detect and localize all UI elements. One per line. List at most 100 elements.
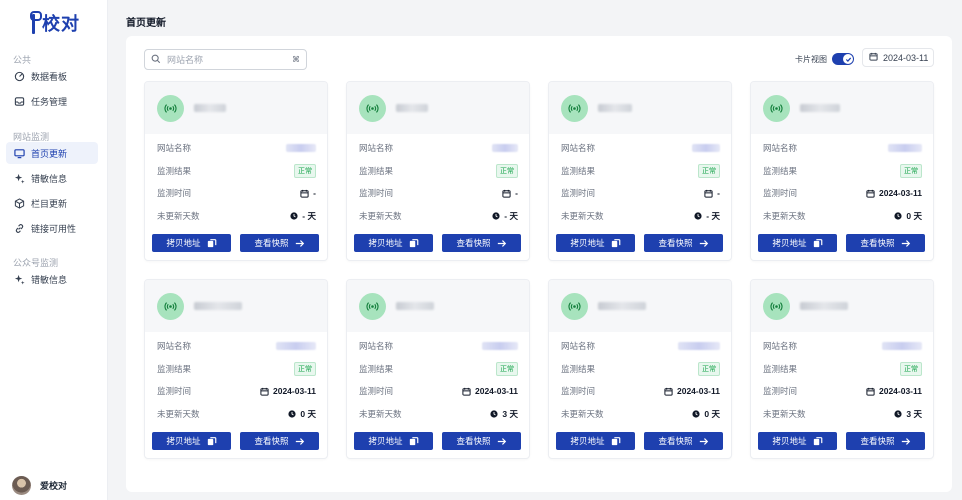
snapshot-button-label: 查看快照 [456,238,491,248]
time-label: 监测时间 [359,386,394,396]
site-name-row: 网站名称 [763,338,922,354]
signal-icon [359,292,386,320]
days-row: 未更新天数 - 天 [561,208,720,224]
result-label: 监测结果 [157,166,192,176]
days-label: 未更新天数 [561,211,604,221]
copy-address-button[interactable]: 拷贝地址 [354,432,433,450]
view-snapshot-button[interactable]: 查看快照 [644,234,723,252]
card-view-toggle[interactable]: 卡片视图 [795,53,854,65]
time-value: - [717,188,720,198]
days-value: 3 [502,409,508,419]
result-label: 监测结果 [359,166,394,176]
time-label: 监测时间 [561,386,596,396]
arrow-right-icon [295,239,305,248]
sidebar-item-tasks[interactable]: 任务管理 [6,90,98,112]
site-name-redacted [482,342,518,350]
logo[interactable]: 校对 [28,10,80,36]
time-value: - [313,188,316,198]
site-name-label: 网站名称 [561,143,596,153]
copy-address-button[interactable]: 拷贝地址 [556,234,635,252]
days-value: 0 [704,409,710,419]
days-value: 0 [906,211,912,221]
brand-name: 校对 [42,14,80,34]
view-snapshot-button[interactable]: 查看快照 [846,234,925,252]
copy-address-button[interactable]: 拷贝地址 [758,234,837,252]
sidebar-item-sensitive-info[interactable]: 错敏信息 [6,167,98,189]
time-row: 监测时间 - [157,185,316,201]
user-profile[interactable]: 爱校对 [12,476,67,495]
days-row: 未更新天数 3 天 [763,406,922,422]
dashboard-icon [13,70,25,82]
sidebar-item-homepage-update[interactable]: 首页更新 [6,142,98,164]
clock-icon [288,410,296,418]
sparkle-icon [13,172,25,184]
time-row: 监测时间 2024-03-11 [157,383,316,399]
copy-address-button[interactable]: 拷贝地址 [152,234,231,252]
card-header [751,82,933,134]
site-title-redacted [598,302,646,310]
site-card: 网站名称 监测结果 正常 监测时间 - 未更新天数 - 天 拷贝地址 查看快照 [346,81,530,261]
card-header [347,280,529,332]
site-name-label: 网站名称 [359,341,394,351]
result-label: 监测结果 [157,364,192,374]
signal-icon [561,292,588,320]
status-badge: 正常 [698,362,720,376]
site-name-redacted [276,342,316,350]
view-snapshot-button[interactable]: 查看快照 [644,432,723,450]
calendar-icon [462,387,471,396]
site-card: 网站名称 监测结果 正常 监测时间 2024-03-11 未更新天数 0 天 拷… [548,279,732,459]
arrow-right-icon [901,239,911,248]
view-snapshot-button[interactable]: 查看快照 [240,234,319,252]
view-snapshot-button[interactable]: 查看快照 [442,432,521,450]
copy-address-button[interactable]: 拷贝地址 [556,432,635,450]
copy-icon [409,238,419,248]
sidebar-item-dashboard[interactable]: 数据看板 [6,65,98,87]
toggle-switch[interactable] [832,53,854,65]
signal-icon [157,94,184,122]
site-title-redacted [800,302,848,310]
result-row: 监测结果 正常 [763,361,922,377]
sidebar: 校对 公共 数据看板 任务管理 网站监测 首页更新 错敏信息 栏目更新 链接可用… [0,0,108,500]
site-name-row: 网站名称 [561,140,720,156]
result-label: 监测结果 [359,364,394,374]
avatar [12,476,31,495]
status-badge: 正常 [496,164,518,178]
days-label: 未更新天数 [359,211,402,221]
sidebar-item-column-update[interactable]: 栏目更新 [6,192,98,214]
view-snapshot-button[interactable]: 查看快照 [240,432,319,450]
copy-button-label: 拷贝地址 [570,238,605,248]
day-unit: 天 [913,211,922,221]
copy-address-button[interactable]: 拷贝地址 [354,234,433,252]
site-card: 网站名称 监测结果 正常 监测时间 2024-03-11 未更新天数 0 天 拷… [144,279,328,459]
view-snapshot-button[interactable]: 查看快照 [846,432,925,450]
copy-address-button[interactable]: 拷贝地址 [152,432,231,450]
view-snapshot-button[interactable]: 查看快照 [442,234,521,252]
arrow-right-icon [699,239,709,248]
copy-button-label: 拷贝地址 [772,436,807,446]
time-label: 监测时间 [157,386,192,396]
sidebar-item-wechat-sensitive-info[interactable]: 错敏信息 [6,268,98,290]
result-row: 监测结果 正常 [359,163,518,179]
time-value: 2024-03-11 [676,386,720,396]
link-icon [13,222,25,234]
date-picker[interactable]: 2024-03-11 [862,48,934,67]
copy-icon [409,436,419,446]
site-name-row: 网站名称 [157,140,316,156]
sparkle-icon [13,273,25,285]
search-input[interactable]: 网站名称 ⌘ [144,49,307,70]
arrow-right-icon [295,437,305,446]
logo-mark-icon [28,11,42,35]
sidebar-item-label: 首页更新 [31,148,68,159]
snapshot-button-label: 查看快照 [860,238,895,248]
copy-address-button[interactable]: 拷贝地址 [758,432,837,450]
site-name-label: 网站名称 [763,143,798,153]
time-value: 2024-03-11 [474,386,518,396]
days-label: 未更新天数 [157,211,200,221]
card-header [549,82,731,134]
sidebar-item-link-availability[interactable]: 链接可用性 [6,217,98,239]
site-name-redacted [492,144,518,152]
box-icon [13,197,25,209]
calendar-icon [704,189,713,198]
site-name-label: 网站名称 [763,341,798,351]
result-label: 监测结果 [763,166,798,176]
